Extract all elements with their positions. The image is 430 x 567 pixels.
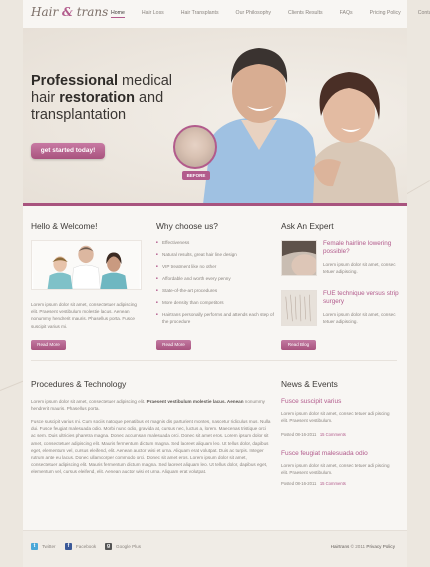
news-title: News & Events	[281, 379, 338, 389]
news-item-text: Lorem ipsum dolor sit amet, consec tetue…	[281, 411, 390, 424]
site-logo[interactable]: Hair & trans	[31, 5, 108, 19]
why-read-more-button[interactable]: Read More	[156, 340, 191, 350]
list-item: Hairtrans personally performs and attend…	[156, 311, 281, 325]
before-photo	[173, 125, 217, 169]
news-item-text: Lorem ipsum dolor sit amet, consec tetue…	[281, 463, 390, 476]
nav-home[interactable]: Home	[111, 10, 125, 18]
nav-our-philosophy[interactable]: Our Philosophy	[236, 10, 271, 18]
nav-pricing-policy[interactable]: Pricing Policy	[370, 10, 401, 18]
read-blog-button[interactable]: Read Blog	[281, 340, 316, 350]
expert-item-title[interactable]: Female hairline lowering possible?	[323, 240, 401, 256]
nav-hair-transplants[interactable]: Hair Transplants	[181, 10, 219, 18]
expert-item-text: Lorem ipsum dolor sit amet, consec tetue…	[323, 312, 396, 325]
privacy-policy-link[interactable]: Privacy Policy	[366, 544, 395, 549]
welcome-title: Hello & Welcome!	[31, 221, 98, 231]
procedures-intro: Lorem ipsum dolor sit amet, consectetuer…	[31, 398, 271, 412]
hero-line3: transplantation	[31, 107, 127, 123]
hero-line1-bold: Professional	[31, 73, 119, 89]
site-footer: t Twitter f Facebook g Google Plus Hairt…	[23, 530, 407, 567]
list-item: Affordable and worth every penny	[156, 275, 281, 282]
list-item: State-of-the-art procedures	[156, 287, 281, 294]
medical-team-photo	[31, 240, 142, 290]
news-item-meta: Posted 08-16-2011 15 Comments	[281, 481, 346, 486]
hero-line2-bold: restoration	[59, 90, 135, 106]
logo-text-right: trans	[76, 5, 109, 19]
news-item-comments[interactable]: 15 Comments	[320, 481, 346, 486]
hero-line2-rest: and	[134, 90, 164, 106]
google-plus-icon: g	[105, 543, 112, 550]
footer-copyright: © 2011	[350, 544, 366, 549]
copyright: Hairtrans © 2011 Privacy Policy	[331, 544, 395, 549]
procedures-intro-highlight: Praesent vestibulum molestie lacus. Aene…	[146, 399, 244, 404]
hero-accent-strip	[23, 203, 407, 206]
facebook-icon: f	[65, 543, 72, 550]
news-item-date: Posted 08-16-2011	[281, 432, 317, 437]
list-item: Effectiveness	[156, 239, 281, 246]
section-divider	[31, 360, 397, 361]
news-item-date: Posted 08-16-2011	[281, 481, 317, 486]
procedures-body: Fusce suscipit varius mi. Cum sociis nat…	[31, 419, 271, 475]
expert-item-title[interactable]: FUE technique versus strip surgery	[323, 290, 401, 306]
news-item-title[interactable]: Fusce suscipit varius	[281, 398, 381, 405]
before-label: BEFORE	[182, 171, 210, 180]
list-item: Natural results, great hair line design	[156, 251, 281, 258]
news-item-comments[interactable]: 15 Comments	[320, 432, 346, 437]
nav-clients-results[interactable]: Clients Results	[288, 10, 323, 18]
social-facebook-label: Facebook	[76, 544, 97, 549]
why-list: Effectiveness Natural results, great hai…	[156, 239, 281, 330]
logo-text-left: Hair	[31, 5, 59, 19]
twitter-icon: t	[31, 543, 38, 550]
nav-hair-loss[interactable]: Hair Loss	[142, 10, 164, 18]
footer-brand: Hairtrans	[330, 544, 350, 549]
procedures-intro-start: Lorem ipsum dolor sit amet, consectetuer…	[31, 399, 147, 404]
social-google-plus-label: Google Plus	[116, 544, 142, 549]
why-title: Why choose us?	[156, 221, 218, 231]
hero-line2-plain: hair	[31, 90, 60, 106]
list-item: More density than competitors	[156, 299, 281, 306]
welcome-read-more-button[interactable]: Read More	[31, 340, 66, 350]
social-google-plus[interactable]: g Google Plus	[105, 543, 141, 550]
site-header: Hair & trans Home Hair Loss Hair Transpl…	[23, 0, 430, 28]
fue-technique-photo	[281, 290, 317, 326]
procedures-title: Procedures & Technology	[31, 379, 127, 389]
hero-line1-rest: medical	[118, 73, 173, 89]
social-facebook[interactable]: f Facebook	[65, 543, 96, 550]
welcome-text: Lorem ipsum dolor sit amet, consectetuer…	[31, 302, 137, 329]
main-nav: Home Hair Loss Hair Transplants Our Phil…	[111, 10, 430, 18]
news-item-title[interactable]: Fusce feugiat malesuada odio	[281, 450, 381, 457]
get-started-button[interactable]: get started today!	[31, 143, 105, 159]
hero-banner: Professional medical hair restoration an…	[23, 28, 407, 204]
nav-contact-us[interactable]: Contact Us	[418, 10, 430, 18]
hairline-photo	[281, 240, 317, 276]
social-twitter-label: Twitter	[42, 544, 56, 549]
social-twitter[interactable]: t Twitter	[31, 543, 56, 550]
logo-ampersand: &	[62, 5, 73, 19]
list-item: VIP treatment like no other	[156, 263, 281, 270]
hero-headline: Professional medical hair restoration an…	[31, 73, 231, 124]
nav-faqs[interactable]: FAQs	[340, 10, 353, 18]
expert-item-text: Lorem ipsum dolor sit amet, consec tetue…	[323, 262, 396, 275]
news-item-meta: Posted 08-16-2011 15 Comments	[281, 432, 346, 437]
page-container: Hair & trans Home Hair Loss Hair Transpl…	[23, 0, 430, 567]
expert-title: Ask An Expert	[281, 221, 334, 231]
